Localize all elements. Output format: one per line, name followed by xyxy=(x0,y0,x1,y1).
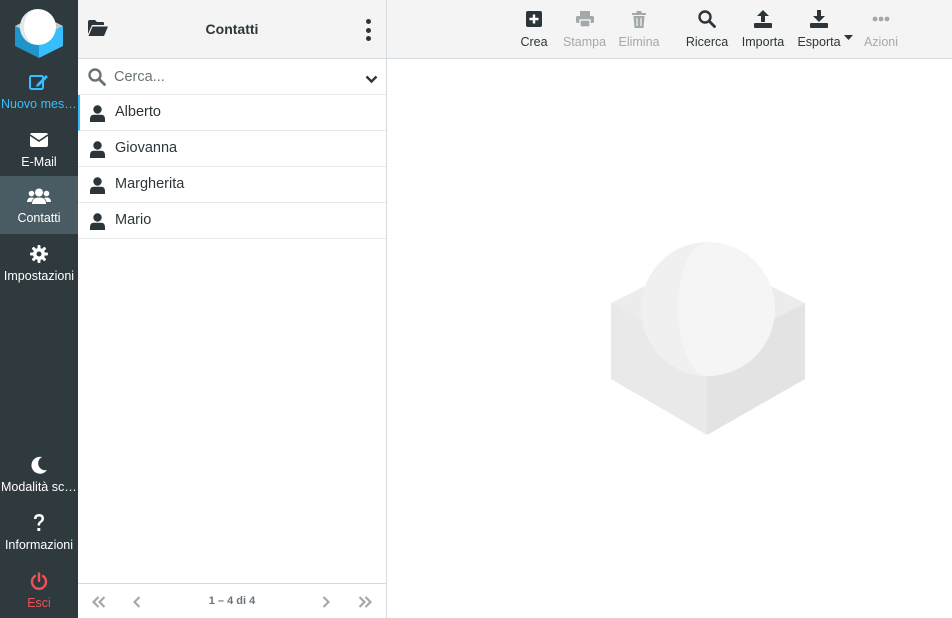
export-label: Esporta xyxy=(797,35,841,49)
caret-down-icon[interactable] xyxy=(844,27,853,45)
list-item[interactable]: Margherita xyxy=(78,167,386,203)
sidebar-item-label: Modalità scura xyxy=(1,480,78,494)
sidebar-item-dark-mode[interactable]: Modalità scura xyxy=(0,445,78,503)
plus-square-icon xyxy=(521,10,547,28)
more-horizontal-icon xyxy=(865,10,897,28)
watermark-logo xyxy=(611,241,807,440)
sidebar-item-label: E-Mail xyxy=(21,155,57,169)
contact-name: Giovanna xyxy=(115,140,178,156)
contact-detail-area xyxy=(387,59,952,618)
user-icon xyxy=(90,105,105,127)
trash-icon xyxy=(623,10,655,28)
gear-icon xyxy=(0,244,78,264)
list-item[interactable]: Alberto xyxy=(78,95,386,131)
pagination: 1 – 4 di 4 xyxy=(78,583,386,618)
compose-icon xyxy=(0,72,78,92)
download-icon xyxy=(799,10,839,28)
app-window: Nuovo messaggio E-Mail Contatti Impostaz… xyxy=(0,0,952,618)
contacts-panel-header: Contatti xyxy=(78,0,386,59)
actions-label: Azioni xyxy=(863,35,899,49)
user-icon xyxy=(90,177,105,199)
search-icon xyxy=(689,10,725,28)
list-item[interactable]: Giovanna xyxy=(78,131,386,167)
contact-list: Alberto Giovanna Margherita Mario xyxy=(78,95,386,239)
next-page-icon[interactable] xyxy=(322,595,331,613)
moon-icon xyxy=(0,455,78,475)
page-title: Contatti xyxy=(205,21,259,37)
contact-name: Alberto xyxy=(115,104,161,120)
sidebar-item-label: Impostazioni xyxy=(3,269,75,283)
search-input[interactable] xyxy=(114,65,350,89)
list-item[interactable]: Mario xyxy=(78,203,386,239)
last-page-icon[interactable] xyxy=(358,595,373,613)
contact-name: Mario xyxy=(115,212,152,228)
more-vertical-icon[interactable] xyxy=(364,19,372,41)
printer-icon xyxy=(567,10,602,28)
contact-name: Margherita xyxy=(115,176,185,192)
delete-label: Elimina xyxy=(618,35,660,49)
envelope-icon xyxy=(0,130,78,150)
question-icon xyxy=(0,513,78,533)
import-button[interactable]: Importa xyxy=(742,0,784,58)
sidebar-item-settings[interactable]: Impostazioni xyxy=(0,234,78,292)
sidebar-item-label: Nuovo messaggio xyxy=(1,97,78,111)
export-button[interactable]: Esporta xyxy=(797,0,853,58)
create-button[interactable]: Crea xyxy=(520,0,548,58)
users-icon xyxy=(0,186,78,206)
sidebar-item-logout[interactable]: Esci xyxy=(0,561,78,618)
print-label: Stampa xyxy=(562,35,607,49)
search-button[interactable]: Ricerca xyxy=(686,0,728,58)
upload-icon xyxy=(743,10,783,28)
power-icon xyxy=(0,571,78,591)
delete-button[interactable]: Elimina xyxy=(619,0,660,58)
sidebar-item-label: Contatti xyxy=(17,211,61,225)
search-label: Ricerca xyxy=(685,35,729,49)
sidebar-item-contacts[interactable]: Contatti xyxy=(0,176,78,234)
user-icon xyxy=(90,141,105,163)
sidebar: Nuovo messaggio E-Mail Contatti Impostaz… xyxy=(0,0,78,618)
page-counter: 1 – 4 di 4 xyxy=(208,595,256,607)
toolbar: Crea Stampa Elimina Ricerca Importa Espo… xyxy=(387,0,952,59)
sidebar-item-email[interactable]: E-Mail xyxy=(0,120,78,178)
logo xyxy=(12,4,66,58)
user-icon xyxy=(90,213,105,235)
import-label: Importa xyxy=(741,35,785,49)
search-bar xyxy=(78,59,386,95)
actions-button[interactable]: Azioni xyxy=(864,0,898,58)
sidebar-item-info[interactable]: Informazioni xyxy=(0,503,78,561)
create-label: Crea xyxy=(520,35,548,49)
search-icon xyxy=(88,68,106,91)
sidebar-item-label: Informazioni xyxy=(4,538,74,552)
contacts-panel: Contatti Alberto Giovanna Marghe xyxy=(78,0,387,618)
sidebar-item-label: Esci xyxy=(27,596,51,610)
chevron-down-icon[interactable] xyxy=(365,71,378,89)
print-button[interactable]: Stampa xyxy=(563,0,606,58)
sidebar-item-compose[interactable]: Nuovo messaggio xyxy=(0,62,78,120)
